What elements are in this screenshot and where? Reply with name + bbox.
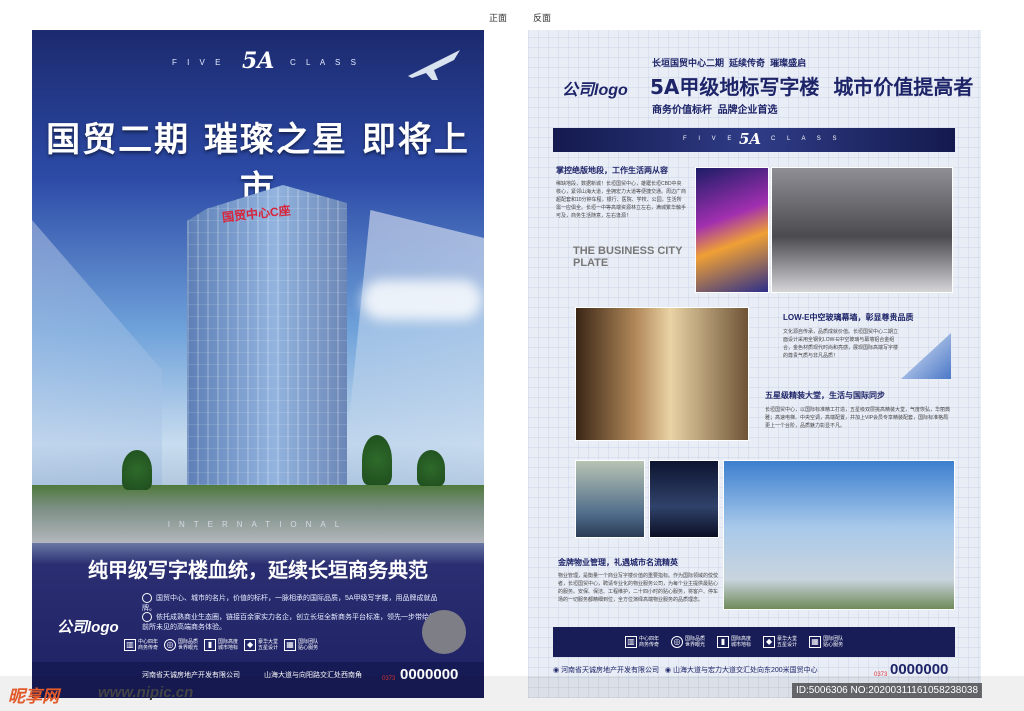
headline-part: 城市价值提高者 [833, 75, 974, 99]
tag-text: 延续传奇 [729, 58, 766, 68]
back-subtitle: 商务价值标杆 品牌企业首选 [652, 101, 778, 116]
back-headline: 5A甲级地标写字楼 城市价值提高者 [650, 71, 973, 100]
photo-complex [723, 460, 955, 610]
band-five: F I V E [683, 136, 737, 142]
tag-text: 璀璨盛启 [770, 58, 807, 68]
five-class-band: F I V E 5A C L A S S [553, 128, 955, 152]
photo-meeting-room [771, 167, 953, 293]
band-class: C L A S S [771, 136, 842, 142]
back-flyer: 公司logo 长垣国贸中心二期 延续传奇 璀璨盛启 5A甲级地标写字楼 城市价值… [528, 30, 981, 698]
section-location: 掌控绝版地段，工作生活两从容 稀缺地段，数据新城！长垣国贸中心，雄踞长垣CBD中… [556, 165, 686, 220]
grid-icon: ▦ [284, 639, 297, 651]
subtitle-part: 品牌企业首选 [717, 105, 778, 116]
section-text: 稀缺地段，数据新城！长垣国贸中心，雄踞长垣CBD中央核心，紧邻山海大道，坐拥宏力… [556, 181, 687, 219]
back-footer: ◉ 河南省天诚房地产开发有限公司 ◉ 山海大道与宏力大道交汇处向东200米国贸中… [553, 665, 818, 675]
section-glass: LOW-E中空玻璃幕墙，彰显尊贵品质 文化源自传承，品质成就价值。长垣国贸中心二… [783, 312, 953, 360]
location-pin-icon: ◉ [664, 667, 672, 674]
feature-height: ▮ 国际高度 城市地标 [717, 636, 751, 648]
feature-building: ▥ 中心四年 商务传奇 [625, 636, 659, 648]
back-feature-bar: ▥ 中心四年 商务传奇 ◎ 国际品质 世界眼光 ▮ 国际高度 城市地标 ◆ 豪华大堂 五星设计 … [553, 627, 955, 657]
brand-five: F I V E [172, 58, 225, 67]
feature-height: ▮ 国际高度 城市地标 [204, 639, 238, 651]
diamond-icon: ◆ [244, 639, 257, 651]
front-label: 正面 [489, 13, 508, 23]
photo-interchange [695, 167, 769, 293]
headline-part: 5A甲级地标写字楼 [650, 75, 820, 99]
watermark-logo: 昵享网 [8, 687, 59, 706]
back-tagline: 长垣国贸中心二期 延续传奇 璀璨盛启 [652, 56, 806, 69]
tree [122, 450, 152, 490]
band-5a-logo: 5A [739, 130, 762, 148]
bullet-icon [142, 612, 152, 622]
front-company-logo: 公司logo [57, 619, 119, 636]
photo-security-guard [575, 460, 645, 538]
front-bullet-2: 依托成熟商业生态圈，链接百余家实力名企，创立长垣全新商务平台标准，领先一步带给您… [142, 612, 442, 633]
tag-text: 长垣国贸中心二期 [652, 58, 725, 68]
tree [417, 450, 445, 486]
feature-globe: ◎ 国际品质 世界眼光 [671, 636, 705, 648]
section-text: 文化源自传承，品质成就价值。长垣国贸中心二期立面设计采用全钢化LOW-E中空玻璃… [783, 329, 899, 359]
section-property: 金牌物业管理，礼遇城市名流精英 物业管理，是衡量一个商业写字楼价值的重要指标。作… [558, 557, 718, 604]
cloud [362, 280, 482, 320]
feature-team: ▦ 国际团队 贴心服务 [284, 639, 318, 651]
section-title: 五星级精装大堂，生活与国际同步 [765, 391, 885, 400]
section-text: 物业管理，是衡量一个商业写字楼价值的重要指标。作为国际领域的佼佼者，长垣国贸中心… [558, 573, 719, 603]
bars-icon: ▮ [717, 636, 730, 648]
front-slogan: 纯甲级写字楼血统，延续长垣商务典范 [88, 558, 428, 582]
street-scene [32, 485, 484, 543]
photo-night-tower [649, 460, 719, 538]
developer-name: 河南省天诚房地产开发有限公司 [561, 667, 660, 674]
grid-icon: ▦ [809, 636, 822, 648]
feature-lobby: ◆ 豪华大堂 五星设计 [244, 639, 278, 651]
office-tower [187, 185, 347, 485]
address: 山海大道与宏力大道交汇处向东200米国贸中心 [672, 667, 818, 674]
subtitle-part: 商务价值标杆 [652, 105, 712, 116]
diamond-icon: ◆ [763, 636, 776, 648]
bullet-text: 国贸中心、城市的名片，价值的标杆，一脉相承的国际品质，5A甲级写字楼，用品牌成就… [142, 594, 438, 612]
globe-icon: ◎ [164, 639, 177, 651]
placeholder-circle [422, 610, 466, 654]
section-title: 金牌物业管理，礼遇城市名流精英 [558, 558, 678, 567]
tree [362, 435, 392, 485]
feature-team: ▦ 国际团队 贴心服务 [809, 636, 843, 648]
bullet-text: 依托成熟商业生态圈，链接百余家实力名企，创立长垣全新商务平台标准，领先一步带给您… [142, 613, 436, 631]
brand-class: C L A S S [290, 58, 360, 67]
airplane-icon [404, 46, 464, 91]
feature-globe: ◎ 国际品质 世界眼光 [164, 639, 198, 651]
front-bullet-1: 国贸中心、城市的名片，价值的标杆，一脉相承的国际品质，5A甲级写字楼，用品牌成就… [142, 593, 442, 614]
business-plate-text: THE BUSINESS CITY PLATE [573, 245, 683, 269]
watermark-id: ID:5006306 NO:20200311161058238038 [792, 683, 983, 698]
front-feature-icons: ▥ 中心四年 商务传奇 ◎ 国际品质 世界眼光 ▮ 国际高度 城市地标 ◆ 豪华大堂 五星设计 … [124, 639, 318, 651]
globe-icon: ◎ [671, 636, 684, 648]
feature-building: ▥ 中心四年 商务传奇 [124, 639, 158, 651]
section-title: LOW-E中空玻璃幕墙，彰显尊贵品质 [783, 313, 914, 322]
building-icon: ▥ [124, 639, 136, 651]
section-lobby: 五星级精装大堂，生活与国际同步 长垣国贸中心，以国际标准精工打造，五星级双层挑高… [765, 390, 953, 430]
watermark-url: www.nipic.cn [98, 684, 194, 701]
back-company-logo: 公司logo [562, 82, 628, 99]
building-icon: ▥ [625, 636, 637, 648]
bars-icon: ▮ [204, 639, 217, 651]
brand-5a-logo: 5A [242, 48, 275, 74]
bullet-icon [142, 593, 152, 603]
feature-lobby: ◆ 豪华大堂 五星设计 [763, 636, 797, 648]
international-text: INTERNATIONAL [167, 520, 349, 529]
location-pin-icon: ◉ [553, 667, 560, 674]
photo-lobby [575, 307, 749, 441]
section-title: 掌控绝版地段，工作生活两从容 [556, 166, 668, 175]
front-flyer: F I V E 5A C L A S S 国贸二期 璀璨之星 即将上市 国贸中心… [32, 30, 484, 698]
back-label: 反面 [533, 13, 552, 23]
back-feature-icons: ▥ 中心四年 商务传奇 ◎ 国际品质 世界眼光 ▮ 国际高度 城市地标 ◆ 豪华大堂 五星设计 … [625, 636, 843, 648]
section-text: 长垣国贸中心，以国际标准精工打造，五星级双层挑高精装大堂，气度恢弘，华丽典雅；高… [765, 407, 951, 429]
glass-facade-left [32, 220, 162, 490]
